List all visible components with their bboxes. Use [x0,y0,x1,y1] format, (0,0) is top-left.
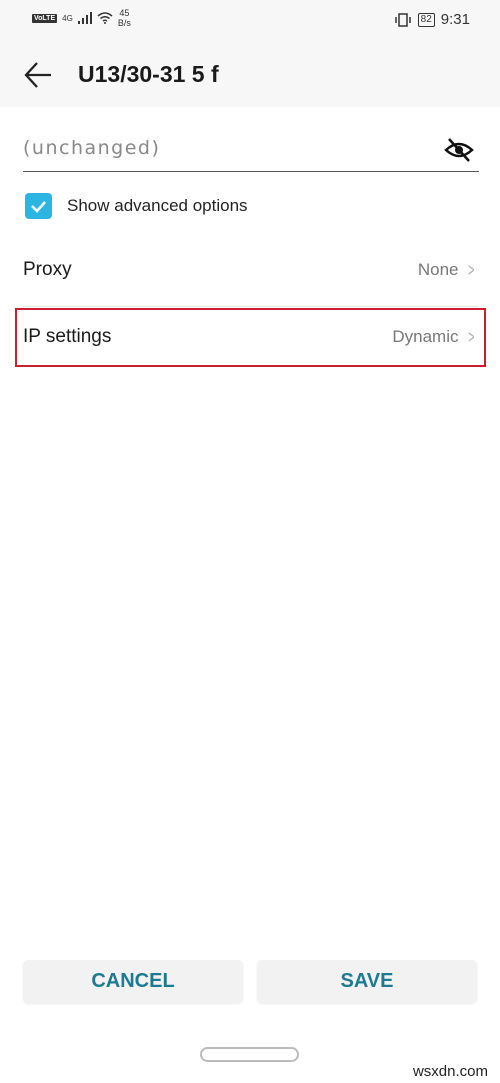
highlight-box [15,308,486,367]
volte-badge: VoLTE [32,13,58,23]
advanced-options-label: Show advanced options [67,196,248,215]
wifi-icon [97,12,113,24]
cancel-button[interactable]: CANCEL [23,960,243,1003]
password-underline [23,171,479,172]
eye-off-icon[interactable] [444,136,474,164]
signal-icon [77,12,92,24]
divider [23,306,479,307]
home-gesture-bar[interactable] [200,1047,299,1062]
proxy-row[interactable]: Proxy None > [23,259,477,281]
clock: 9:31 [440,11,470,28]
proxy-label: Proxy [23,259,72,280]
watermark: wsxdn.com [412,1063,488,1080]
network-speed: 45 B/s [117,8,131,28]
battery-icon: 82 [417,12,435,27]
save-button[interactable]: SAVE [257,960,477,1003]
chevron-right-icon: > [468,259,475,280]
status-bar-left: VoLTE 4G 45 B/s [32,8,131,28]
password-input[interactable]: (unchanged) [23,137,160,159]
status-bar-right: 82 9:31 [394,11,470,28]
vibrate-icon [394,12,411,27]
proxy-value: None [417,260,459,279]
page-title: U13/30-31 5 f [78,61,219,87]
back-arrow-icon[interactable] [22,60,54,90]
network-type: 4G [62,13,73,23]
advanced-options-checkbox[interactable] [25,193,52,219]
check-icon [31,201,46,213]
